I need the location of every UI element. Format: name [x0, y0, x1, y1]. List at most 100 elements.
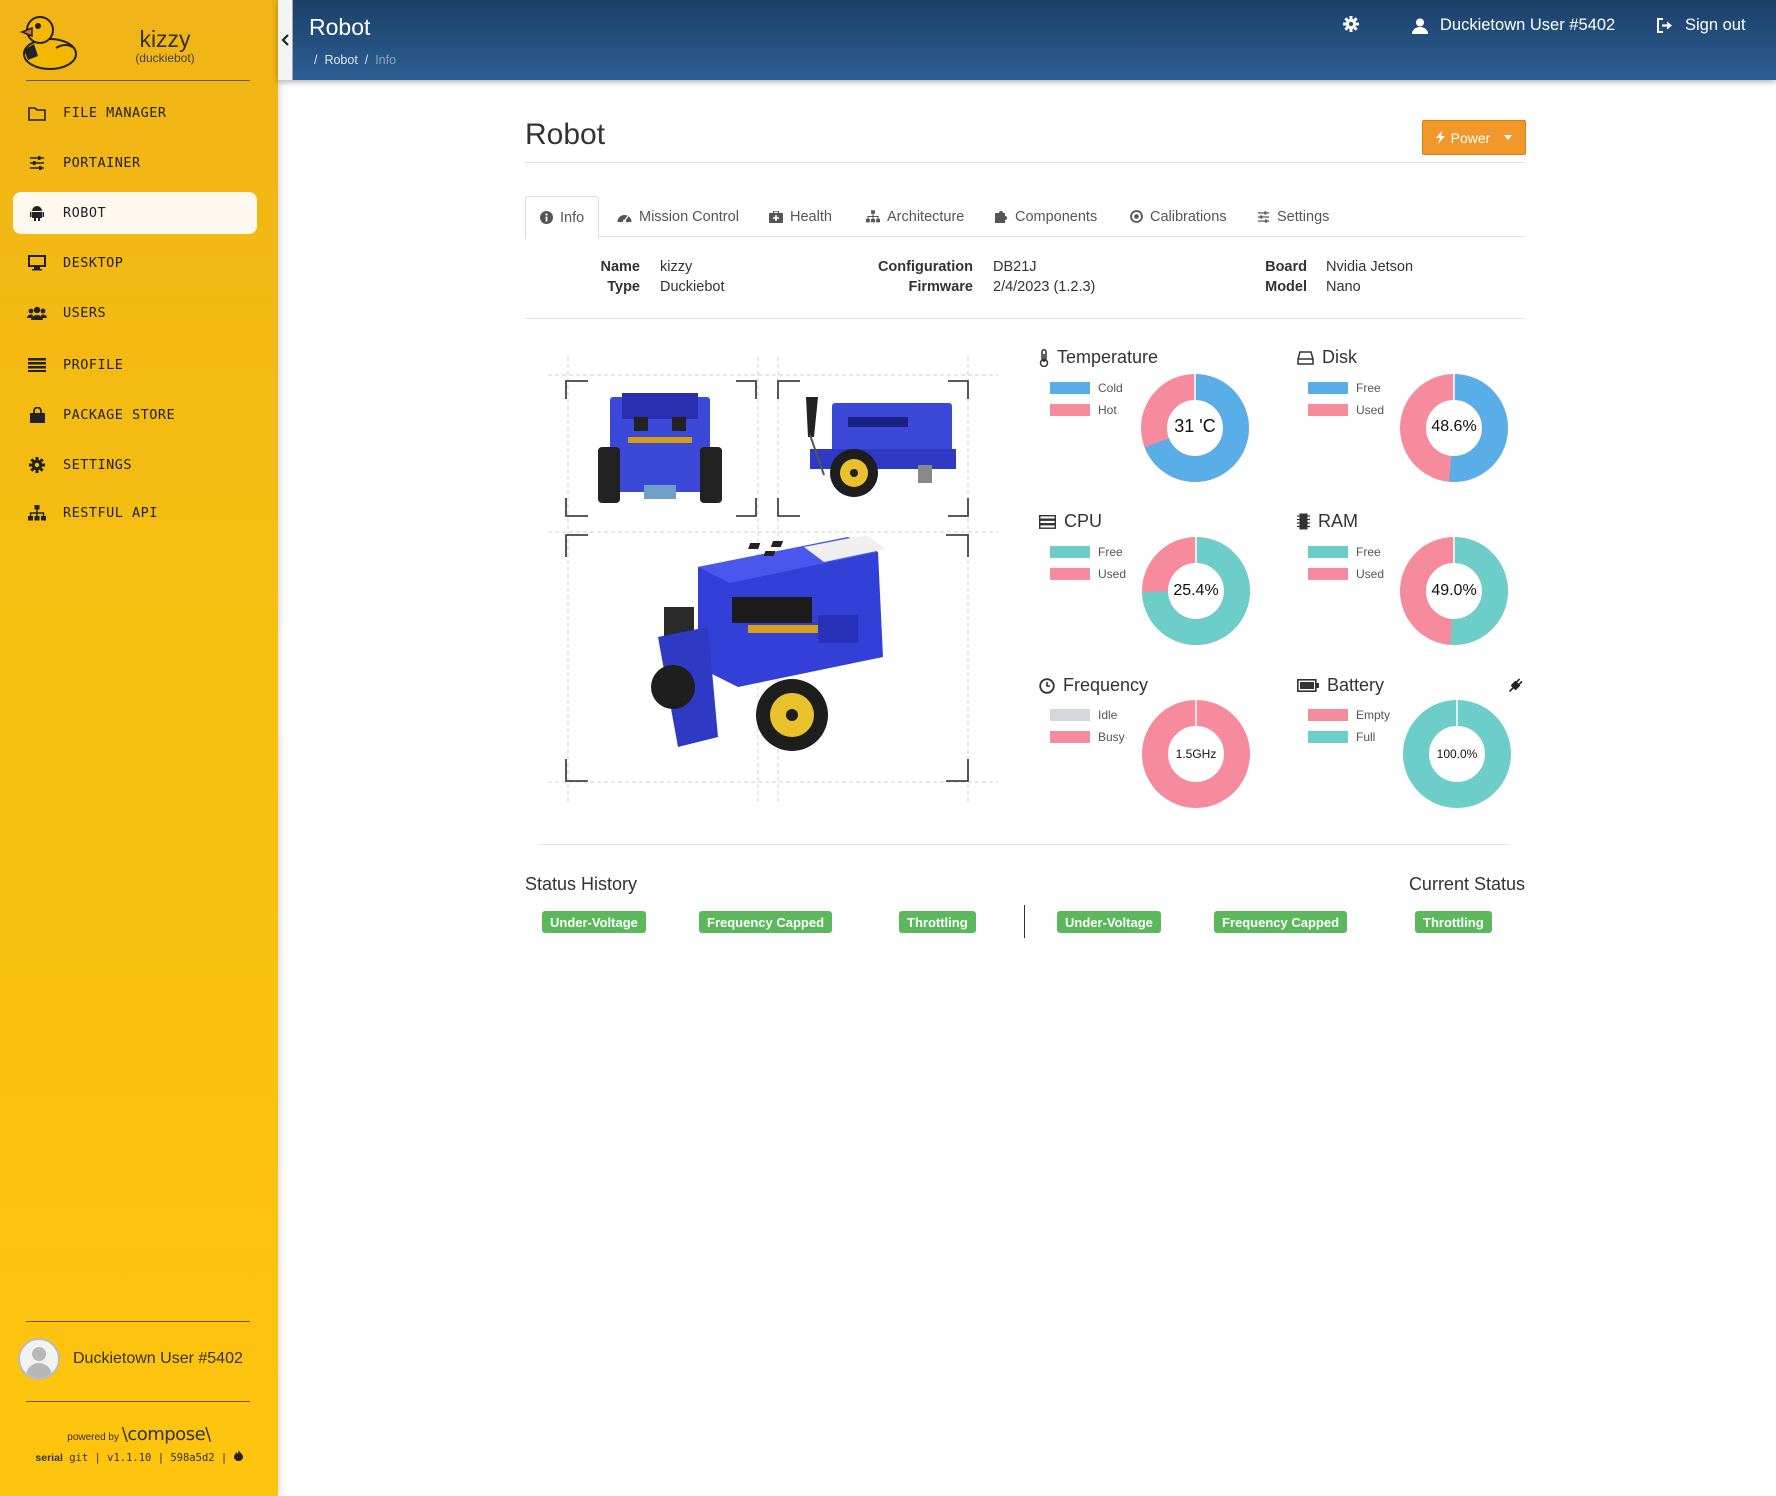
tab-architecture[interactable]: Architecture [866, 196, 964, 237]
sidebar-item-label: PACKAGE STORE [63, 407, 176, 423]
version-info: serial git | v1.1.10 | 598a5d2 | [0, 1450, 278, 1464]
tab-label: Settings [1277, 208, 1330, 225]
sidebar-item-robot[interactable]: ROBOT [13, 192, 257, 234]
sitemap-icon [26, 504, 48, 522]
status-separator [1024, 905, 1025, 938]
tab-components[interactable]: Components [995, 196, 1097, 237]
monitor-icon [26, 254, 48, 272]
settings-button[interactable] [1343, 16, 1359, 32]
breadcrumb-robot[interactable]: Robot [324, 53, 357, 67]
sidebar-divider [26, 80, 250, 81]
status-badge: Under-Voltage [542, 911, 646, 933]
sidebar-item-portainer[interactable]: PORTAINER [13, 142, 257, 184]
microchip-icon [1297, 513, 1310, 530]
board-value: Nvidia Jetson [1326, 259, 1414, 275]
dashboard-icon [617, 214, 632, 222]
sidebar: kizzy (duckiebot) FILE MANAGER PORTAINER… [0, 0, 278, 1496]
tab-label: Calibrations [1150, 208, 1227, 225]
signout-button[interactable]: Sign out [1656, 16, 1746, 35]
status-history-title: Status History [525, 874, 638, 894]
sidebar-item-label: FILE MANAGER [63, 105, 167, 121]
temperature-title: Temperature [1039, 347, 1158, 368]
power-dropdown-button[interactable]: Power [1422, 120, 1526, 155]
sidebar-item-label: PROFILE [63, 357, 124, 373]
disk-legend-item: Used [1308, 403, 1384, 417]
sidebar-divider [26, 1321, 250, 1322]
footer-serial: serial [35, 1452, 63, 1464]
ram-title: RAM [1297, 511, 1358, 532]
footer-git: git | v1.1.10 | 598a5d2 | [69, 1452, 228, 1464]
sidebar-item-desktop[interactable]: DESKTOP [13, 242, 257, 284]
frequency-legend-item: Busy [1050, 730, 1125, 744]
robot-image [548, 357, 998, 802]
sitemap-icon [866, 210, 880, 223]
battery-icon [1297, 679, 1319, 692]
tab-mission-control[interactable]: Mission Control [617, 196, 739, 237]
sidebar-item-package-store[interactable]: PACKAGE STORE [13, 394, 257, 436]
user-icon [1412, 18, 1428, 34]
firmware-value: 2/4/2023 (1.2.3) [993, 279, 1096, 295]
thermometer-icon [1039, 348, 1049, 367]
user-menu[interactable]: Duckietown User #5402 [1412, 16, 1615, 35]
status-badge: Frequency Capped [699, 911, 833, 933]
powered-by: powered by \compose\ [0, 1424, 278, 1445]
gear-icon [26, 456, 48, 474]
name-value: kizzy [660, 259, 693, 275]
disk-legend-item: Free [1308, 381, 1381, 395]
top-header: Robot / Robot / Info Duckietown User #54… [278, 0, 1776, 80]
tab-label: Health [790, 208, 832, 225]
disk-value: 48.6% [1431, 418, 1477, 435]
tab-label: Components [1015, 208, 1098, 225]
current-status-title: Current Status [1408, 874, 1525, 894]
bolt-icon [1435, 131, 1445, 144]
robot-iso-view [651, 535, 886, 751]
tab-info[interactable]: Info [525, 196, 600, 239]
name-label: Name [600, 259, 641, 275]
cpu-title: CPU [1039, 511, 1102, 532]
tab-health[interactable]: Health [769, 196, 832, 237]
breadcrumb: / Robot / Info [314, 53, 397, 67]
sidebar-item-file-manager[interactable]: FILE MANAGER [13, 92, 257, 134]
ram-value: 49.0% [1431, 582, 1477, 599]
powered-by-text: powered by [67, 1432, 119, 1443]
sidebar-item-label: USERS [63, 305, 107, 321]
folder-icon [26, 104, 48, 122]
cpu-value: 25.4% [1173, 582, 1219, 599]
model-label: Model [1265, 279, 1307, 295]
tab-calibrations[interactable]: Calibrations [1130, 196, 1227, 237]
sidebar-item-restful-api[interactable]: RESTFUL API [13, 492, 257, 534]
temperature-legend-item: Cold [1050, 381, 1123, 395]
frequency-legend-item: Idle [1050, 708, 1117, 722]
temperature-label: Temperature [1057, 347, 1159, 367]
sidebar-item-users[interactable]: USERS [13, 292, 257, 334]
frequency-title: Frequency [1039, 675, 1148, 696]
status-badge: Frequency Capped [1214, 911, 1348, 933]
sidebar-user[interactable]: Duckietown User #5402 [18, 1338, 243, 1380]
header-user-name: Duckietown User #5402 [1440, 16, 1616, 34]
sidebar-brand: kizzy (duckiebot) [0, 0, 278, 80]
temperature-value: 31 'C [1174, 416, 1216, 436]
caret-down-icon [1504, 135, 1513, 140]
cpu-legend-item: Used [1050, 567, 1126, 581]
plug-icon [1507, 677, 1524, 699]
android-icon [26, 204, 48, 222]
status-badge: Throttling [1415, 911, 1492, 933]
sidebar-toggle[interactable] [278, 0, 293, 80]
configuration-label: Configuration [877, 259, 973, 275]
tab-bar: Info Mission Control Health Architecture… [525, 196, 1525, 239]
disk-title: Disk [1297, 347, 1357, 368]
sidebar-item-settings[interactable]: SETTINGS [13, 444, 257, 486]
sidebar-item-label: ROBOT [63, 205, 107, 221]
sidebar-item-profile[interactable]: PROFILE [13, 344, 257, 386]
list-icon [26, 356, 48, 374]
sidebar-item-label: DESKTOP [63, 255, 124, 271]
robot-side-view [806, 397, 956, 497]
puzzle-icon [995, 211, 1007, 223]
frequency-value: 1.5GHz [1175, 747, 1217, 761]
battery-legend-item: Empty [1308, 708, 1390, 722]
type-label: Type [607, 279, 640, 295]
tab-settings[interactable]: Settings [1257, 196, 1329, 237]
model-value: Nano [1326, 279, 1361, 295]
chevron-left-icon [281, 34, 289, 46]
medkit-icon [769, 210, 783, 223]
